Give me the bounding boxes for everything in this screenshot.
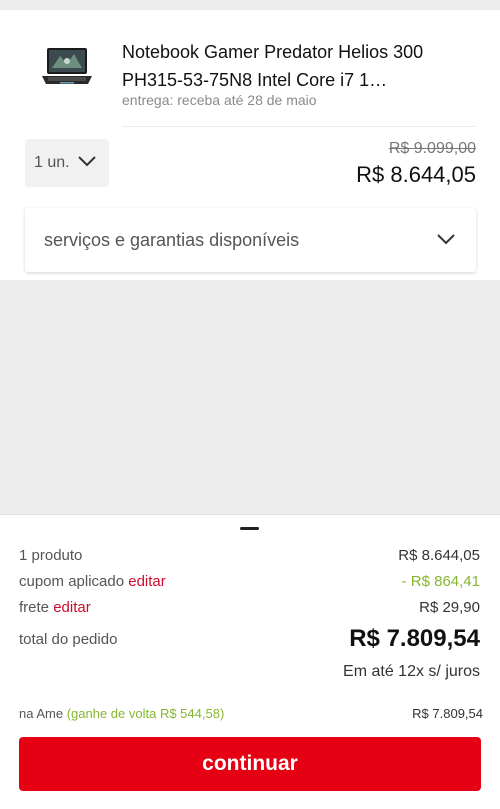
shipping-row: frete editar	[19, 599, 91, 616]
order-total: R$ 7.809,54	[349, 625, 480, 652]
ame-price: R$ 7.809,54	[412, 706, 483, 721]
shipping-label: frete	[19, 599, 50, 616]
coupon-edit-link[interactable]: editar	[128, 573, 166, 590]
ame-payment-row: na Ame (ganhe de volta R$ 544,58)	[19, 706, 224, 721]
top-background	[0, 0, 500, 10]
services-warranties-dropdown[interactable]: serviços e garantias disponíveis	[25, 208, 476, 272]
order-summary-sheet: 1 produto R$ 8.644,05 cupom aplicado edi…	[0, 514, 500, 809]
coupon-discount: - R$ 864,41	[401, 573, 480, 590]
chevron-down-icon	[78, 156, 96, 167]
total-label: total do pedido	[19, 631, 118, 648]
ame-cashback: (ganhe de volta R$ 544,58)	[66, 706, 225, 721]
quantity-value: 1 un.	[34, 154, 70, 171]
ame-label: na Ame	[19, 706, 64, 721]
original-price: R$ 9.099,00	[388, 140, 476, 157]
quantity-select[interactable]: 1 un.	[25, 139, 109, 187]
coupon-label: cupom aplicado	[19, 573, 125, 590]
products-subtotal: R$ 8.644,05	[398, 547, 480, 564]
laptop-image[interactable]	[40, 46, 94, 88]
continue-button[interactable]: continuar	[19, 737, 481, 791]
current-price: R$ 8.644,05	[356, 162, 476, 187]
drag-handle[interactable]	[240, 527, 259, 530]
product-title[interactable]: Notebook Gamer Predator Helios 300 PH315…	[122, 38, 462, 94]
shipping-cost: R$ 29,90	[419, 599, 480, 616]
chevron-down-icon	[437, 234, 455, 245]
services-label: serviços e garantias disponíveis	[44, 229, 300, 250]
shipping-edit-link[interactable]: editar	[53, 599, 91, 616]
installments-info: Em até 12x s/ juros	[343, 663, 480, 680]
coupon-row: cupom aplicado editar	[19, 573, 166, 590]
divider	[122, 126, 476, 127]
cart-item-card: Notebook Gamer Predator Helios 300 PH315…	[0, 10, 500, 280]
products-count-label: 1 produto	[19, 547, 83, 564]
delivery-estimate: entrega: receba até 28 de maio	[122, 92, 317, 108]
